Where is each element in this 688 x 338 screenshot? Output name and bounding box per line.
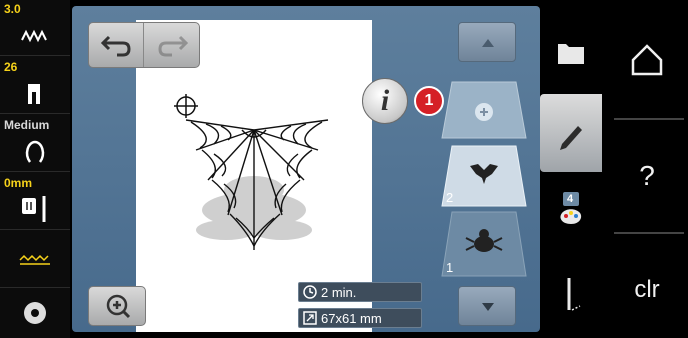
help-label: ? <box>639 160 655 191</box>
layer-1[interactable]: 1 <box>436 210 532 277</box>
tension-icon <box>25 140 45 163</box>
undo-redo-group <box>88 22 200 68</box>
stitch-time-value: 2 min. <box>321 284 357 300</box>
chevron-up-icon <box>482 39 494 47</box>
layer-add[interactable] <box>436 80 532 144</box>
design-size-label: 67x61 mm <box>298 308 422 328</box>
zigzag-stitch-icon <box>19 254 50 265</box>
home-icon <box>631 44 663 76</box>
help-button[interactable]: ? <box>606 120 688 232</box>
stitch-length-value: 3.0 <box>4 2 21 16</box>
system-buttons: ? clr <box>606 0 688 338</box>
design-size-value: 67x61 mm <box>321 310 382 326</box>
bobbin-cell[interactable] <box>0 284 70 338</box>
needle-plate-icon <box>22 196 46 222</box>
scroll-up-button[interactable] <box>458 22 516 62</box>
needle-icon <box>567 278 581 311</box>
resize-icon <box>303 311 317 325</box>
needle-position-cell[interactable]: 0mm <box>0 174 70 230</box>
needle-position-value: 0mm <box>4 176 33 190</box>
bobbin-icon <box>24 302 46 324</box>
home-button[interactable] <box>606 4 688 116</box>
thread-tension-cell[interactable]: Medium <box>0 116 70 172</box>
tab-colors[interactable]: 4 <box>544 176 598 254</box>
info-letter: i <box>380 84 390 117</box>
status-column: 3.0 26 Medium 0mm <box>0 0 70 338</box>
undo-button[interactable] <box>89 23 144 67</box>
presser-foot-value: 26 <box>4 60 18 74</box>
pencil-icon <box>560 126 582 150</box>
undo-icon <box>100 35 131 57</box>
layer-2[interactable]: 2 <box>436 144 532 208</box>
redo-icon <box>158 35 189 57</box>
zoom-in-icon <box>106 294 131 319</box>
crosshair-icon <box>174 94 198 118</box>
tab-edit[interactable] <box>540 94 602 172</box>
embroidery-edit-panel: 2 min. 67x61 mm i 1 2 1 <box>72 6 540 332</box>
tab-needle[interactable] <box>544 258 598 336</box>
stitch-length-cell[interactable]: 3.0 <box>0 0 70 56</box>
layer-2-number: 2 <box>446 190 454 205</box>
clear-button[interactable]: clr <box>606 234 688 338</box>
tab-strip: 4 <box>540 6 602 332</box>
clock-icon <box>303 285 317 299</box>
callout-number: 1 <box>424 92 434 109</box>
info-button[interactable]: i <box>362 78 408 124</box>
thread-tension-value: Medium <box>4 118 50 132</box>
scroll-down-button[interactable] <box>458 286 516 326</box>
redo-button[interactable] <box>145 23 200 67</box>
colors-count: 4 <box>567 193 574 205</box>
presser-foot-cell[interactable]: 26 <box>0 58 70 114</box>
zoom-in-button[interactable] <box>88 286 146 326</box>
presser-foot-icon <box>28 84 40 104</box>
stitch-type-cell[interactable] <box>0 232 70 288</box>
tab-folder[interactable] <box>544 16 598 94</box>
folder-icon <box>558 44 584 64</box>
stitch-time-label: 2 min. <box>298 282 422 302</box>
clear-label: clr <box>634 276 660 303</box>
chevron-down-icon <box>482 303 494 311</box>
stitch-pattern-icon <box>21 29 47 43</box>
layer-1-number: 1 <box>446 260 454 275</box>
